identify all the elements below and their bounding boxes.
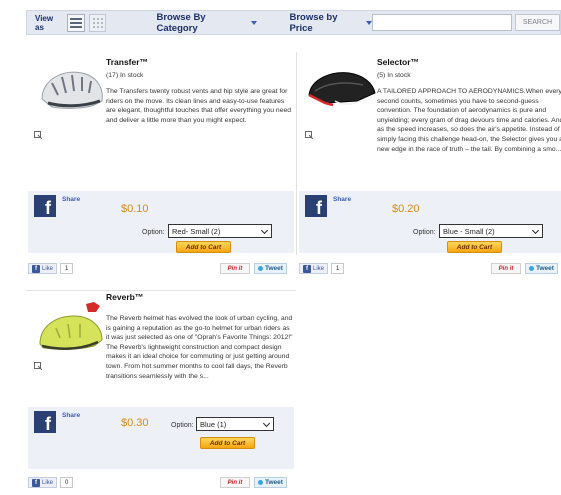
product-card: Reverb™ The Reverb helmet has evolved th… <box>28 292 294 492</box>
add-to-cart-button[interactable]: Add to Cart <box>176 241 231 253</box>
chevron-down-icon <box>260 226 269 235</box>
facebook-share-icon[interactable]: f <box>34 195 56 217</box>
tweet-label: Tweet <box>265 265 283 272</box>
stock-status: (17) In stock <box>106 72 144 79</box>
option-select-value: Red- Small (2) <box>172 226 221 236</box>
pin-it-button[interactable]: Pin it <box>220 477 250 488</box>
option-select[interactable]: Red- Small (2) <box>168 224 272 238</box>
like-count: 1 <box>331 263 345 274</box>
product-title[interactable]: Selector™ <box>377 57 419 67</box>
facebook-like-button[interactable]: f Like <box>299 263 329 274</box>
chevron-down-icon <box>531 226 540 235</box>
grid-view-icon <box>92 17 103 28</box>
search-button[interactable]: SEARCH <box>515 14 560 31</box>
twitter-bird-icon <box>529 266 535 271</box>
product-image[interactable] <box>305 61 377 123</box>
view-as-label: View as <box>35 13 54 32</box>
like-label: Like <box>42 265 54 272</box>
product-description: The Transfers twenty robust vents and hi… <box>106 88 292 124</box>
facebook-share-icon[interactable]: f <box>34 411 56 433</box>
search-input[interactable] <box>372 14 512 31</box>
caret-down-icon <box>251 20 258 25</box>
share-link[interactable]: Share <box>62 412 80 419</box>
product-description: The Reverb helmet has evolved the look o… <box>106 315 293 380</box>
tweet-button[interactable]: Tweet <box>525 263 558 274</box>
product-title[interactable]: Transfer™ <box>106 57 148 67</box>
list-view-button[interactable] <box>67 13 85 32</box>
browse-by-category-menu[interactable]: Browse By Category <box>156 11 258 34</box>
product-price: $0.30 <box>121 417 149 429</box>
zoom-icon[interactable] <box>305 131 313 139</box>
stock-status: (5) In stock <box>377 72 411 79</box>
product-image[interactable] <box>34 298 106 360</box>
chevron-down-icon <box>262 419 271 428</box>
browse-by-category-label: Browse By Category <box>156 11 206 34</box>
pin-it-button[interactable]: Pin it <box>220 263 250 274</box>
like-label: Like <box>42 479 54 486</box>
add-to-cart-button[interactable]: Add to Cart <box>200 437 255 449</box>
purchase-panel: f Share $0.10 Option: Red- Small (2) Add… <box>28 191 294 253</box>
option-label: Option: <box>413 229 436 236</box>
social-bar: f Like 0 Pin it Tweet <box>28 477 294 490</box>
add-to-cart-button[interactable]: Add to Cart <box>447 241 502 253</box>
facebook-like-button[interactable]: f Like <box>28 263 58 274</box>
browse-by-price-label: Browse by Price <box>289 11 338 34</box>
like-count: 1 <box>60 263 74 274</box>
social-bar: f Like 1 Pin it Tweet <box>28 263 294 276</box>
product-price: $0.20 <box>392 203 420 215</box>
like-label: Like <box>313 265 325 272</box>
option-select-value: Blue (1) <box>200 419 227 429</box>
facebook-like-button[interactable]: f Like <box>28 477 58 488</box>
share-link[interactable]: Share <box>333 196 351 203</box>
option-select[interactable]: Blue (1) <box>196 417 274 431</box>
product-card: Selector™ (5) In stock A TAILORED APPROA… <box>299 55 561 285</box>
browse-by-price-menu[interactable]: Browse by Price <box>289 12 372 34</box>
purchase-panel: f Share $0.20 Option: Blue - Small (2) A… <box>299 191 561 253</box>
product-title[interactable]: Reverb™ <box>106 292 143 302</box>
zoom-icon[interactable] <box>34 362 42 370</box>
option-label: Option: <box>142 229 165 236</box>
twitter-bird-icon <box>258 480 264 485</box>
facebook-icon: f <box>303 264 311 273</box>
option-select[interactable]: Blue - Small (2) <box>439 224 543 238</box>
tweet-button[interactable]: Tweet <box>254 477 287 488</box>
share-link[interactable]: Share <box>62 196 80 203</box>
like-count: 0 <box>60 477 74 488</box>
purchase-panel: f Share $0.30 Option: Blue (1) Add to Ca… <box>28 407 294 469</box>
product-image[interactable] <box>34 61 106 123</box>
option-label: Option: <box>171 422 194 429</box>
list-view-icon <box>70 17 83 28</box>
zoom-icon[interactable] <box>34 131 42 139</box>
product-price: $0.10 <box>121 203 149 215</box>
tweet-label: Tweet <box>536 265 554 272</box>
pin-it-button[interactable]: Pin it <box>491 263 521 274</box>
product-description: A TAILORED APPROACH TO AERODYNAMICS.When… <box>377 88 561 153</box>
tweet-button[interactable]: Tweet <box>254 263 287 274</box>
facebook-share-icon[interactable]: f <box>305 195 327 217</box>
twitter-bird-icon <box>258 266 264 271</box>
option-select-value: Blue - Small (2) <box>443 226 495 236</box>
tweet-label: Tweet <box>265 479 283 486</box>
search-box: SEARCH <box>372 14 560 31</box>
facebook-icon: f <box>32 478 40 487</box>
grid-view-button[interactable] <box>88 13 107 32</box>
social-bar: f Like 1 Pin it Tweet <box>299 263 561 276</box>
row-divider <box>26 290 296 291</box>
facebook-icon: f <box>32 264 40 273</box>
catalog-toolbar: View as Browse By Category Browse by Pri… <box>26 10 561 35</box>
product-card: Transfer™ (17) In stock The Transfers tw… <box>28 55 294 285</box>
column-divider <box>296 52 297 255</box>
